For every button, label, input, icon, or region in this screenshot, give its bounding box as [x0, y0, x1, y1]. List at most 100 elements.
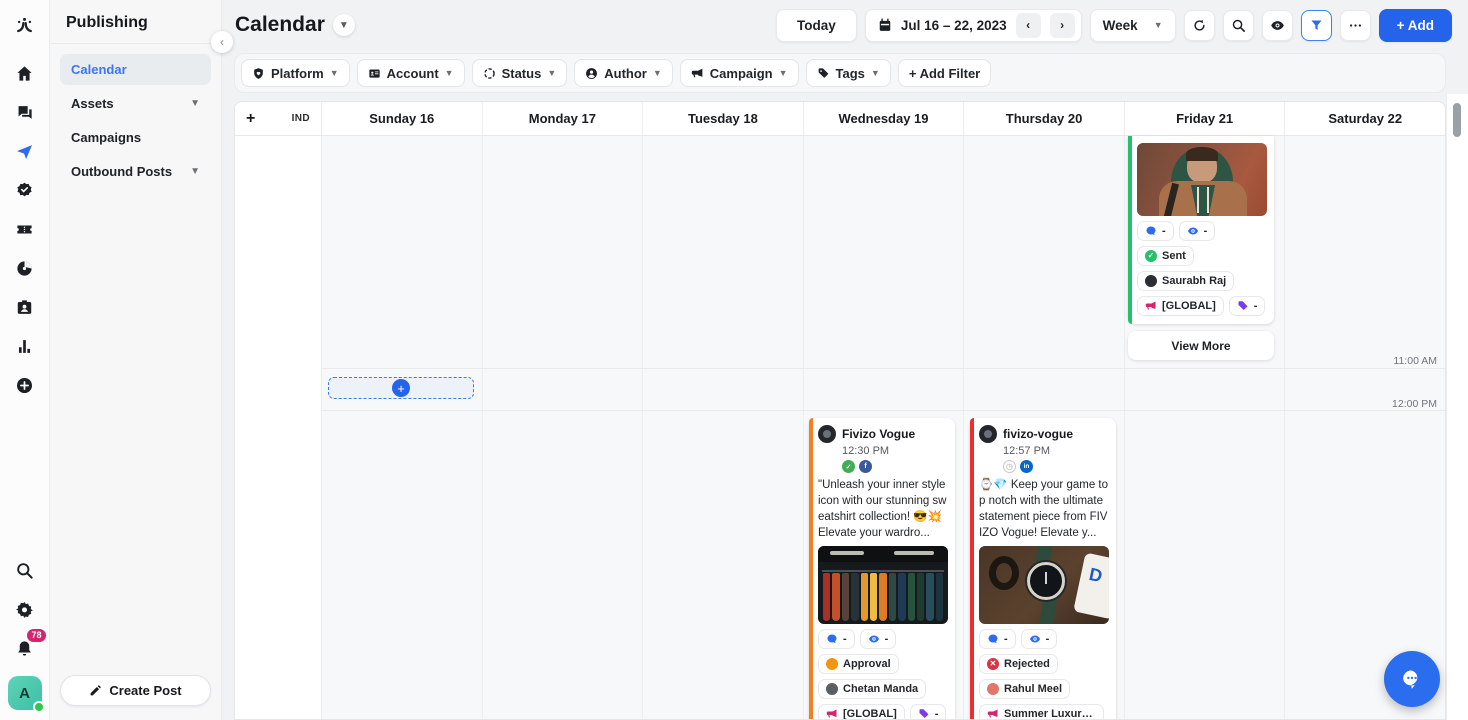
views-metric-chip: - — [1178, 221, 1216, 241]
time-label-12pm: 12:00 PM — [1392, 398, 1437, 410]
page-scrollbar-thumb[interactable] — [1453, 103, 1461, 137]
publishing-plane-icon[interactable] — [8, 134, 42, 168]
author-name: Saurabh Raj — [1162, 275, 1227, 287]
calendar-grid: + IND Sunday 16 Monday 17 Tuesday 18 Wed… — [234, 101, 1446, 720]
timezone-cell: + IND — [235, 102, 321, 135]
search-icon[interactable] — [8, 553, 42, 587]
filter-account[interactable]: Account ▼ — [356, 59, 465, 87]
refresh-button[interactable] — [1183, 9, 1215, 41]
more-options-button[interactable] — [1339, 9, 1371, 41]
ellipsis-icon — [1349, 23, 1361, 27]
sidebar-nav: Calendar Assets ▼ Campaigns Outbound Pos… — [50, 44, 221, 197]
plus-icon: + — [392, 379, 410, 397]
sprinklr-logo-icon — [8, 8, 42, 42]
prev-week-button[interactable]: ‹ — [1015, 12, 1041, 38]
add-filter-button[interactable]: + Add Filter — [897, 59, 992, 87]
sidebar-item-campaigns[interactable]: Campaigns — [60, 122, 211, 153]
date-range-picker[interactable]: Jul 16 – 22, 2023 ‹ › — [864, 8, 1082, 42]
author-person-icon — [586, 67, 598, 79]
eye-icon — [1270, 20, 1284, 30]
add-post-slot[interactable]: + — [328, 377, 474, 399]
eye-icon — [1029, 635, 1040, 643]
sidebar-item-calendar[interactable]: Calendar — [60, 54, 211, 85]
today-button[interactable]: Today — [776, 8, 857, 42]
filter-label: Account — [386, 65, 439, 81]
preview-eye-button[interactable] — [1261, 9, 1293, 41]
comment-icon — [1146, 226, 1156, 235]
add-post-button[interactable]: + Add — [1378, 8, 1452, 42]
quick-add-icon[interactable]: + — [246, 110, 255, 128]
next-week-button[interactable]: › — [1049, 12, 1075, 38]
status-label: Sent — [1162, 250, 1186, 262]
user-avatar[interactable]: A — [7, 676, 45, 713]
sidebar-collapse-button[interactable]: ‹ — [211, 31, 233, 53]
approvals-badge-icon[interactable] — [8, 173, 42, 207]
sidebar-item-label: Calendar — [71, 62, 127, 77]
status-circle-icon — [483, 67, 495, 79]
add-circle-icon[interactable] — [8, 368, 42, 402]
filter-tags[interactable]: Tags ▼ — [805, 59, 891, 87]
add-post-label: + Add — [1396, 17, 1434, 33]
tags-chip: - — [909, 704, 947, 719]
post-card-approval[interactable]: Fivizo Vogue 12:30 PM ✓ f "Unleash your … — [809, 418, 955, 719]
date-range-label: Jul 16 – 22, 2023 — [900, 17, 1007, 33]
calendar-body: 11:00 AM 12:00 PM + - - ✓ Sent Saurabh R… — [235, 136, 1445, 719]
sidebar-item-label: Assets — [71, 96, 114, 111]
view-select[interactable]: Week ▼ — [1089, 8, 1176, 42]
author-chip: Saurabh Raj — [1137, 271, 1235, 291]
tag-icon — [1238, 301, 1248, 310]
chevron-down-icon: ▼ — [190, 98, 200, 109]
eye-icon — [1187, 227, 1198, 235]
day-column-saturday[interactable] — [1284, 136, 1445, 719]
author-avatar — [1145, 275, 1157, 287]
post-card-sent[interactable]: - - ✓ Sent Saurabh Raj [GLOBAL] - — [1128, 136, 1274, 324]
comments-metric-chip: - — [818, 629, 855, 650]
day-header-wednesday: Wednesday 19 — [802, 102, 964, 135]
settings-gear-icon[interactable] — [8, 592, 42, 626]
post-image-clothing-rack — [818, 546, 948, 625]
comments-metric-chip: - — [979, 629, 1016, 650]
comments-value: - — [843, 633, 847, 646]
online-status-dot — [32, 701, 45, 713]
edit-pencil-icon — [91, 685, 102, 696]
day-column-sunday[interactable] — [321, 136, 482, 719]
published-status-icon: ✓ — [842, 460, 855, 473]
day-column-tuesday[interactable] — [642, 136, 803, 719]
notifications-bell-icon[interactable]: 78 — [8, 629, 46, 665]
filter-platform[interactable]: Platform ▼ — [241, 59, 350, 87]
author-chip: Rahul Meel — [979, 679, 1071, 700]
search-icon — [1232, 19, 1245, 32]
web-globe-icon[interactable] — [8, 251, 42, 285]
home-icon[interactable] — [8, 56, 42, 90]
analytics-bars-icon[interactable] — [8, 329, 42, 363]
page-scrollbar-track — [1446, 94, 1468, 720]
account-avatar — [979, 425, 997, 443]
filter-author[interactable]: Author ▼ — [574, 59, 673, 87]
support-chat-button[interactable] — [1384, 651, 1440, 707]
sidebar-item-label: Outbound Posts — [71, 164, 173, 179]
view-more-button[interactable]: View More — [1128, 331, 1274, 360]
sidebar-item-assets[interactable]: Assets ▼ — [60, 88, 211, 119]
filter-campaign[interactable]: Campaign ▼ — [679, 59, 799, 87]
conversations-icon[interactable] — [8, 95, 42, 129]
title-dropdown-button[interactable]: ▼ — [332, 14, 355, 36]
views-value: - — [1203, 225, 1208, 237]
comment-icon — [827, 634, 837, 644]
filter-funnel-icon — [1311, 20, 1322, 30]
ticket-icon[interactable] — [8, 212, 42, 246]
sidebar-item-outbound-posts[interactable]: Outbound Posts ▼ — [60, 156, 211, 187]
day-header-saturday: Saturday 22 — [1284, 102, 1445, 135]
search-button[interactable] — [1222, 9, 1254, 41]
sidebar-item-label: Campaigns — [71, 130, 142, 145]
post-card-rejected[interactable]: fivizo-vogue 12:57 PM ◷ in ⌚💎 Keep your … — [970, 418, 1116, 719]
pending-clock-icon: ◷ — [1003, 460, 1016, 473]
contacts-card-icon[interactable] — [8, 290, 42, 324]
account-avatar — [818, 425, 836, 443]
filter-toggle-button[interactable] — [1300, 9, 1332, 41]
day-column-monday[interactable] — [481, 136, 643, 719]
create-post-button[interactable]: Create Post — [60, 675, 211, 706]
day-header-friday: Friday 21 — [1123, 102, 1285, 135]
filter-status[interactable]: Status ▼ — [471, 59, 568, 87]
campaign-name: [GLOBAL] — [1162, 300, 1216, 312]
approval-status-icon — [826, 658, 838, 671]
